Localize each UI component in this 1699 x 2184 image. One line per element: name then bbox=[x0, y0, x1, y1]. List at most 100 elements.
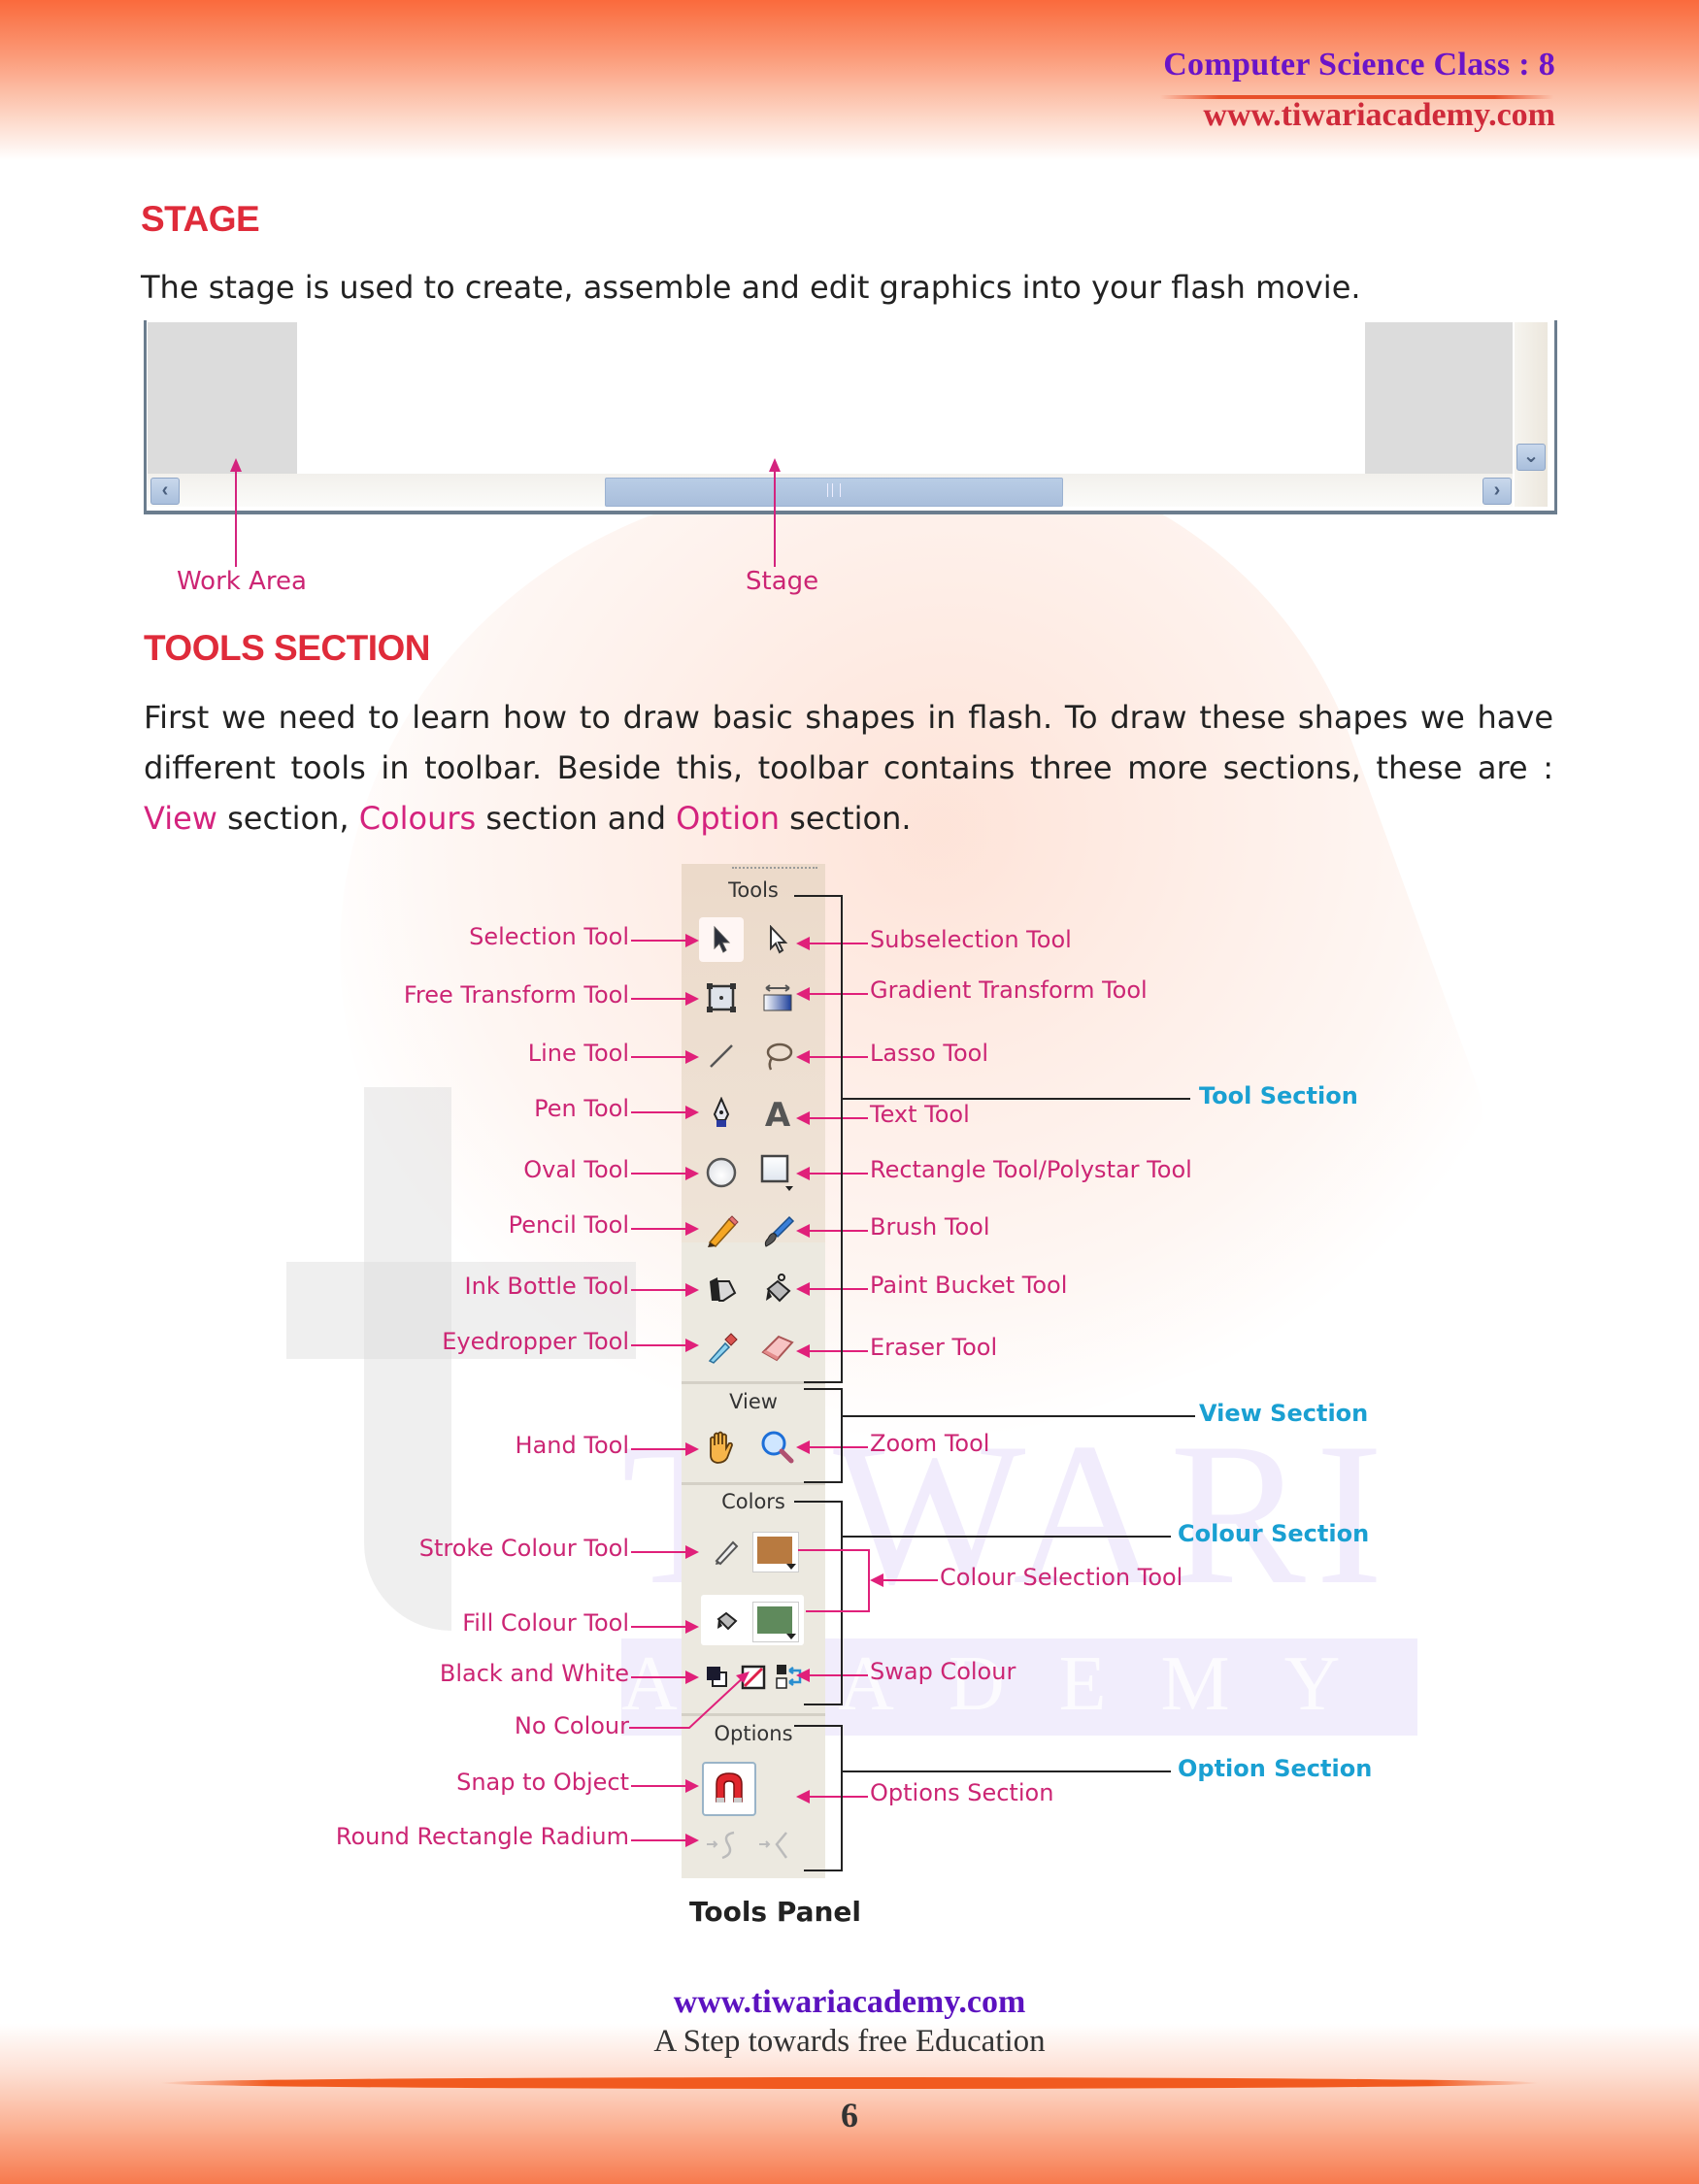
left-pointer-arrow bbox=[631, 1167, 699, 1180]
left-tool-label: Black and White bbox=[439, 1660, 629, 1687]
eraser-tool-button[interactable] bbox=[755, 1325, 800, 1370]
right-tool-label: Eraser Tool bbox=[870, 1334, 998, 1361]
left-pointer-arrow bbox=[631, 1442, 699, 1456]
hollow-arrow-pointer-icon bbox=[770, 925, 788, 954]
left-tool-label: Hand Tool bbox=[515, 1432, 629, 1459]
paragraph-text: section, bbox=[217, 800, 359, 837]
scroll-left-button[interactable]: ‹ bbox=[150, 478, 180, 505]
scroll-down-button[interactable]: ⌄ bbox=[1516, 444, 1546, 471]
left-tool-label: Pencil Tool bbox=[508, 1211, 629, 1239]
left-pointer-arrow bbox=[631, 1222, 699, 1236]
paint-bucket-small-icon bbox=[716, 1611, 738, 1631]
highlight-view: View bbox=[144, 800, 217, 837]
svg-text:A: A bbox=[765, 1097, 791, 1130]
right-tool-label: Rectangle Tool/Polystar Tool bbox=[870, 1156, 1192, 1183]
left-pointer-arrow bbox=[631, 1620, 699, 1634]
colour-section-connector bbox=[841, 1536, 1171, 1538]
line-tool-button[interactable] bbox=[699, 1034, 744, 1078]
subselection-tool-button[interactable] bbox=[755, 917, 800, 962]
paragraph-text: section and bbox=[476, 800, 677, 837]
footer-url[interactable]: www.tiwariacademy.com bbox=[0, 1984, 1699, 2021]
gradient-transform-tool-button[interactable] bbox=[755, 976, 800, 1020]
oval-tool-button[interactable] bbox=[699, 1150, 744, 1195]
dropdown-triangle-icon bbox=[786, 1634, 796, 1639]
transform-box-icon bbox=[707, 983, 736, 1012]
pencil-tool-button[interactable] bbox=[699, 1208, 744, 1253]
lasso-tool-button[interactable] bbox=[755, 1034, 800, 1078]
stage-label: Stage bbox=[746, 567, 819, 596]
colour-selection-arrow bbox=[870, 1573, 938, 1587]
colour-selection-bracket-bottom bbox=[806, 1610, 870, 1612]
colour-selection-bracket-top bbox=[798, 1549, 870, 1551]
left-pointer-arrow bbox=[631, 1545, 699, 1559]
page-number: 6 bbox=[841, 2096, 858, 2134]
brush-icon bbox=[764, 1215, 795, 1247]
smooth-curve-icon bbox=[707, 1831, 735, 1860]
colour-section-label: Colour Section bbox=[1178, 1520, 1370, 1547]
selection-tool-button[interactable] bbox=[699, 917, 744, 962]
right-pointer-arrow bbox=[796, 1167, 868, 1180]
letter-a-icon: A bbox=[765, 1097, 791, 1130]
smooth-option-button[interactable] bbox=[705, 1827, 744, 1864]
option-section-bracket bbox=[841, 1725, 843, 1870]
header-title: Computer Science Class : 8 bbox=[1163, 47, 1555, 83]
bracket-line bbox=[804, 1704, 843, 1705]
free-transform-tool-button[interactable] bbox=[699, 976, 744, 1020]
brush-tool-button[interactable] bbox=[755, 1208, 800, 1253]
left-tool-label: Free Transform Tool bbox=[403, 981, 629, 1009]
left-tool-label: Round Rectangle Radium bbox=[335, 1823, 629, 1850]
option-section-connector bbox=[841, 1770, 1171, 1772]
right-tool-label: Lasso Tool bbox=[870, 1040, 989, 1067]
left-pointer-arrow bbox=[631, 1050, 699, 1064]
bracket-line bbox=[804, 1870, 843, 1871]
straighten-option-button[interactable] bbox=[757, 1827, 796, 1864]
stroke-colour-swatch[interactable] bbox=[752, 1532, 799, 1572]
left-tool-label: Snap to Object bbox=[456, 1769, 629, 1796]
view-section-bracket bbox=[841, 1388, 843, 1482]
lasso-icon bbox=[766, 1042, 793, 1071]
vertical-scrollbar[interactable] bbox=[1515, 322, 1548, 507]
tool-section-bracket bbox=[841, 895, 843, 1383]
bracket-line bbox=[804, 1381, 843, 1383]
hand-tool-button[interactable] bbox=[699, 1425, 744, 1470]
pencil-stroke-icon bbox=[715, 1540, 739, 1566]
left-tool-label: Pen Tool bbox=[534, 1095, 629, 1122]
left-tool-label: Selection Tool bbox=[469, 923, 629, 950]
magnet-icon bbox=[716, 1772, 743, 1803]
bracket-line bbox=[794, 1725, 843, 1727]
stroke-colour-tool-button[interactable] bbox=[705, 1528, 750, 1572]
left-tool-label: No Colour bbox=[514, 1712, 629, 1739]
colour-selection-tool-label: Colour Selection Tool bbox=[940, 1564, 1183, 1591]
scroll-right-button[interactable]: › bbox=[1482, 478, 1512, 505]
hand-icon bbox=[710, 1431, 733, 1464]
snap-to-object-button[interactable] bbox=[702, 1762, 756, 1816]
panel-grip[interactable] bbox=[732, 867, 817, 873]
fill-colour-swatch[interactable] bbox=[752, 1602, 799, 1642]
left-tool-label: Stroke Colour Tool bbox=[418, 1535, 629, 1562]
paint-bucket-tool-button[interactable] bbox=[755, 1267, 800, 1311]
header-url[interactable]: www.tiwariacademy.com bbox=[1203, 97, 1555, 134]
fill-colour-tool-button[interactable] bbox=[705, 1598, 750, 1642]
ink-bottle-icon bbox=[710, 1277, 737, 1302]
right-pointer-arrow bbox=[796, 1224, 868, 1238]
left-pointer-arrow bbox=[631, 1283, 699, 1297]
work-area-label: Work Area bbox=[177, 567, 307, 596]
pen-tool-button[interactable] bbox=[699, 1091, 744, 1136]
rectangle-polystar-tool-button[interactable] bbox=[755, 1150, 800, 1195]
circle-icon bbox=[706, 1157, 737, 1188]
paint-bucket-icon bbox=[766, 1274, 791, 1303]
eyedropper-tool-button[interactable] bbox=[699, 1325, 744, 1370]
ink-bottle-tool-button[interactable] bbox=[699, 1267, 744, 1311]
left-pointer-arrow bbox=[631, 1834, 699, 1847]
tool-section-label: Tool Section bbox=[1199, 1082, 1358, 1109]
zoom-tool-button[interactable] bbox=[755, 1425, 800, 1470]
chevron-right-icon: › bbox=[1493, 480, 1501, 501]
paragraph-text: section. bbox=[779, 800, 912, 837]
left-tool-label: Line Tool bbox=[527, 1040, 629, 1067]
work-area-right bbox=[1365, 322, 1513, 474]
eraser-icon bbox=[761, 1335, 794, 1362]
tools-panel-caption: Tools Panel bbox=[688, 1896, 862, 1928]
no-colour-pointer bbox=[629, 1671, 750, 1729]
left-tool-label: Fill Colour Tool bbox=[462, 1609, 629, 1637]
text-tool-button[interactable]: A bbox=[755, 1091, 800, 1136]
